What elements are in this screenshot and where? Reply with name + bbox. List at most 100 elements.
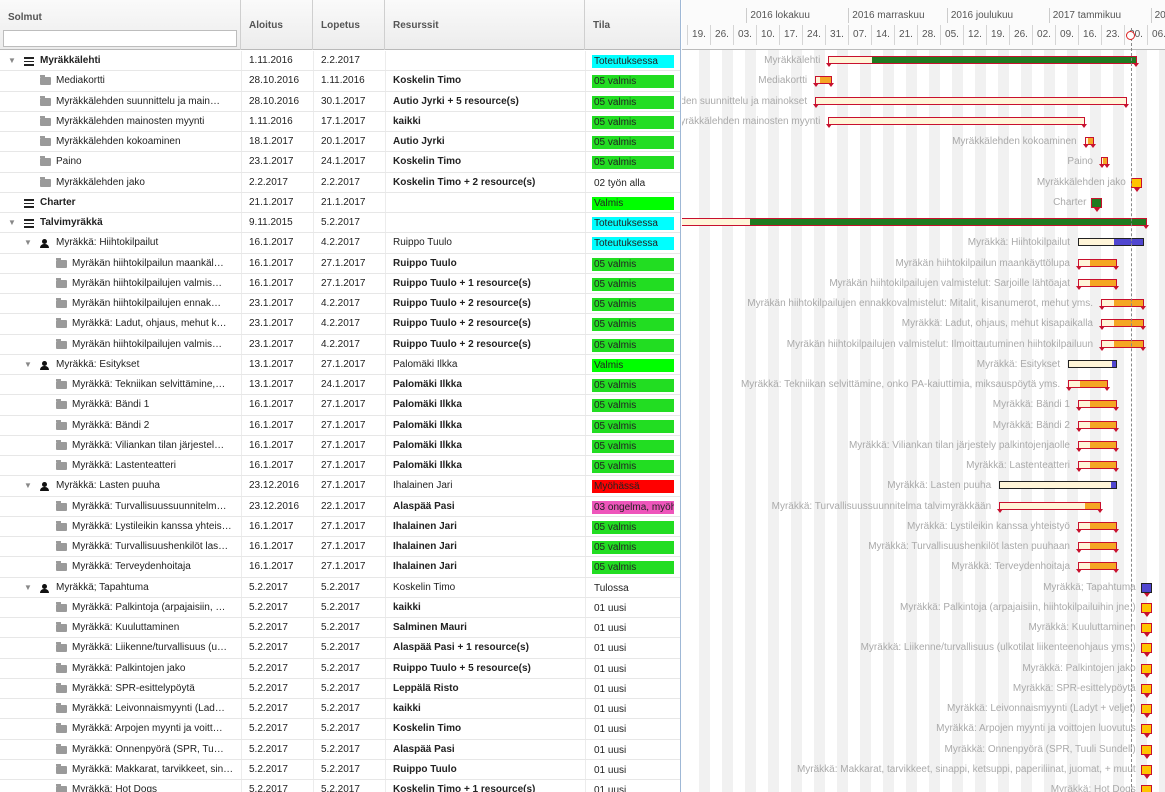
task-row[interactable]: Myräkän hiihtokilpailujen valmis… 16.1.20… [0,273,680,294]
task-row[interactable]: Myräkkä: Liikenne/turvallisuus (u… 5.2.20… [0,638,680,659]
task-bar[interactable] [1075,440,1120,452]
milestone-marker[interactable] [1140,785,1152,792]
task-row[interactable]: Myräkkä: Hot Dogs 5.2.2017 5.2.2017 Koskeli… [0,780,680,792]
task-row[interactable]: Myräkkä: Bändi 2 16.1.2017 27.1.2017 Palomä… [0,415,680,436]
task-bar[interactable] [813,76,835,88]
task-row[interactable]: Myräkkä: Turvallisuussuunnitelm… 23.12.20… [0,496,680,517]
task-row[interactable]: ▼ Myräkkä: Esitykset 13.1.2017 27.1.2017 Pal… [0,354,680,375]
milestone-marker[interactable] [1140,643,1152,658]
expand-toggle-icon[interactable]: ▼ [24,578,32,598]
group-summary-bar[interactable] [1068,359,1118,368]
task-row[interactable]: Mediakortti 28.10.2016 1.11.2016 Koskelin T… [0,71,680,92]
task-row[interactable]: Myräkkä: Leivonnaismyynti (Lad… 5.2.2017 5… [0,699,680,720]
task-name[interactable]: Myräkkälehden mainosten myynti [56,112,236,132]
task-name[interactable]: Myräkkä: Arpojen myynti ja voitt… [72,719,236,739]
task-bar[interactable] [1075,420,1120,432]
task-name[interactable]: Paino [56,152,236,172]
task-bar[interactable] [826,56,1139,67]
task-row[interactable]: Myräkkälehden jako 2.2.2017 2.2.2017 Koskel… [0,172,680,193]
column-header-state[interactable]: Tila [585,0,680,50]
group-summary-bar[interactable] [999,481,1118,490]
task-name[interactable]: Myräkkä: Palkintoja (arpajaisiin, … [72,598,236,618]
task-row[interactable]: Myräkkä: Viliankan tilan järjestel… 16.1.… [0,435,680,456]
task-bar[interactable] [682,218,1149,229]
task-name[interactable]: Talvimyräkkä [40,213,236,233]
task-bar[interactable] [1099,319,1146,331]
task-bar[interactable] [1075,258,1120,270]
task-bar[interactable] [1075,542,1120,553]
task-name[interactable]: Myräkkä: Tekniikan selvittämine,… [72,375,236,395]
task-bar[interactable] [1099,339,1146,351]
task-name[interactable]: Myräkkä: Turvallisuushenkilöt las… [72,537,236,557]
task-bar[interactable] [1099,299,1146,310]
task-row[interactable]: Myräkkä: Ladut, ohjaus, mehut k… 23.1.201… [0,314,680,335]
task-row[interactable]: Myräkkälehden kokoaminen 18.1.2017 20.1.20… [0,132,680,153]
milestone-marker[interactable] [1140,764,1152,779]
task-bar[interactable] [997,501,1103,513]
task-bar[interactable] [1075,562,1120,574]
task-name[interactable]: Myräkkälehden suunnittelu ja main… [56,92,236,112]
milestone-marker[interactable] [1140,704,1152,718]
task-name[interactable]: Myräkän hiihtokilpailujen valmis… [72,274,236,294]
milestone-marker[interactable] [1130,177,1142,192]
task-name[interactable]: Myräkkälehti [40,51,236,71]
task-name[interactable]: Myräkkä: Hot Dogs [72,780,236,792]
task-bar[interactable] [826,116,1087,128]
task-name[interactable]: Myräkkä: Ladut, ohjaus, mehut k… [72,314,236,334]
task-name[interactable]: Myräkän hiihtokilpailujen valmis… [72,335,236,355]
task-name[interactable]: Myräkkälehden jako [56,173,236,193]
expand-toggle-icon[interactable]: ▼ [24,355,32,375]
task-row[interactable]: Myräkkä: Arpojen myynti ja voitt… 5.2.201… [0,719,680,740]
task-row[interactable]: ▼ Myräkkä: Hiihtokilpailut 16.1.2017 4.2.20… [0,233,680,254]
task-row[interactable]: Myräkkälehden mainosten myynti 1.11.2016 1… [0,111,680,132]
column-header-end[interactable]: Lopetus [313,0,385,50]
task-row[interactable]: Myräkkä: Turvallisuushenkilöt las… 16.1.2… [0,537,680,558]
task-row[interactable]: Myräkän hiihtokilpailujen ennak… 23.1.201… [0,294,680,315]
expand-toggle-icon[interactable]: ▼ [24,476,32,496]
task-row[interactable]: Myräkkälehden suunnittelu ja main… 28.10.… [0,91,680,112]
milestone-marker[interactable] [1140,683,1152,698]
task-row[interactable]: Paino 23.1.2017 24.1.2017 Koskelin Timo 05 v… [0,152,680,173]
task-row[interactable]: Myräkkä: Lystileikin kanssa yhteis… 16.1.… [0,516,680,537]
milestone-marker[interactable] [1140,663,1152,678]
task-row[interactable]: Myräkän hiihtokilpailun maankäl… 16.1.201… [0,253,680,274]
task-name[interactable]: Myräkkä: Esitykset [56,355,236,375]
task-name[interactable]: Myräkkä: Palkintojen jako [72,659,236,679]
task-row[interactable]: Myräkkä: Onnenpyörä (SPR, Tu… 5.2.2017 5.2… [0,739,680,760]
task-name[interactable]: Myräkkä: Terveydenhoitaja [72,557,236,577]
task-name[interactable]: Myräkkä: Turvallisuussuunnitelm… [72,497,236,517]
task-row[interactable]: ▼ Myräkkälehti 1.11.2016 2.2.2017 Toteutukse… [0,51,680,72]
task-name[interactable]: Myräkkä: SPR-esittelypöytä [72,679,236,699]
task-bar[interactable] [1066,380,1111,391]
column-header-resources[interactable]: Resurssit [385,0,585,50]
milestone-marker[interactable] [1140,744,1152,759]
task-bar[interactable] [1099,157,1110,169]
task-row[interactable]: ▼ Talvimyräkkä 9.11.2015 5.2.2017 Toteutukse… [0,213,680,234]
task-name[interactable]: Myräkkä: Onnenpyörä (SPR, Tu… [72,740,236,760]
task-row[interactable]: ▼ Myräkkä: Lasten puuha 23.12.2016 27.1.201… [0,476,680,497]
task-name[interactable]: Myräkän hiihtokilpailun maankäl… [72,254,236,274]
task-name[interactable]: Myräkän hiihtokilpailujen ennak… [72,294,236,314]
name-filter-input[interactable] [3,30,237,47]
task-row[interactable]: ▼ Myräkkä; Tapahtuma 5.2.2017 5.2.2017 Koske… [0,577,680,598]
task-bar[interactable] [1082,137,1097,148]
task-row[interactable]: Myräkän hiihtokilpailujen valmis… 23.1.20… [0,334,680,355]
task-bar[interactable] [1075,521,1120,533]
task-name[interactable]: Myräkkä: Makkarat, tarvikkeet, sin… [72,760,236,780]
task-name[interactable]: Myräkkä: Liikenne/turvallisuus (u… [72,638,236,658]
task-bar[interactable] [1075,278,1120,290]
task-name[interactable]: Myräkkä; Tapahtuma [56,578,236,598]
task-name[interactable]: Myräkkälehden kokoaminen [56,132,236,152]
expand-toggle-icon[interactable]: ▼ [8,213,16,233]
milestone-marker[interactable] [1091,197,1103,212]
task-name[interactable]: Charter [40,193,236,213]
task-row[interactable]: Myräkkä: Lastenteatteri 16.1.2017 27.1.201… [0,456,680,477]
milestone-marker[interactable] [1140,623,1152,637]
task-row[interactable]: Charter 21.1.2017 21.1.2017 Valmis [0,192,680,213]
expand-toggle-icon[interactable]: ▼ [24,233,32,253]
task-row[interactable]: Myräkkä: Kuuluttaminen 5.2.2017 5.2.2017 Sa… [0,618,680,639]
task-name[interactable]: Myräkkä: Kuuluttaminen [72,618,236,638]
milestone-marker[interactable] [1140,602,1152,617]
task-row[interactable]: Myräkkä: Palkintojen jako 5.2.2017 5.2.201… [0,658,680,679]
task-name[interactable]: Myräkkä: Bändi 1 [72,395,236,415]
